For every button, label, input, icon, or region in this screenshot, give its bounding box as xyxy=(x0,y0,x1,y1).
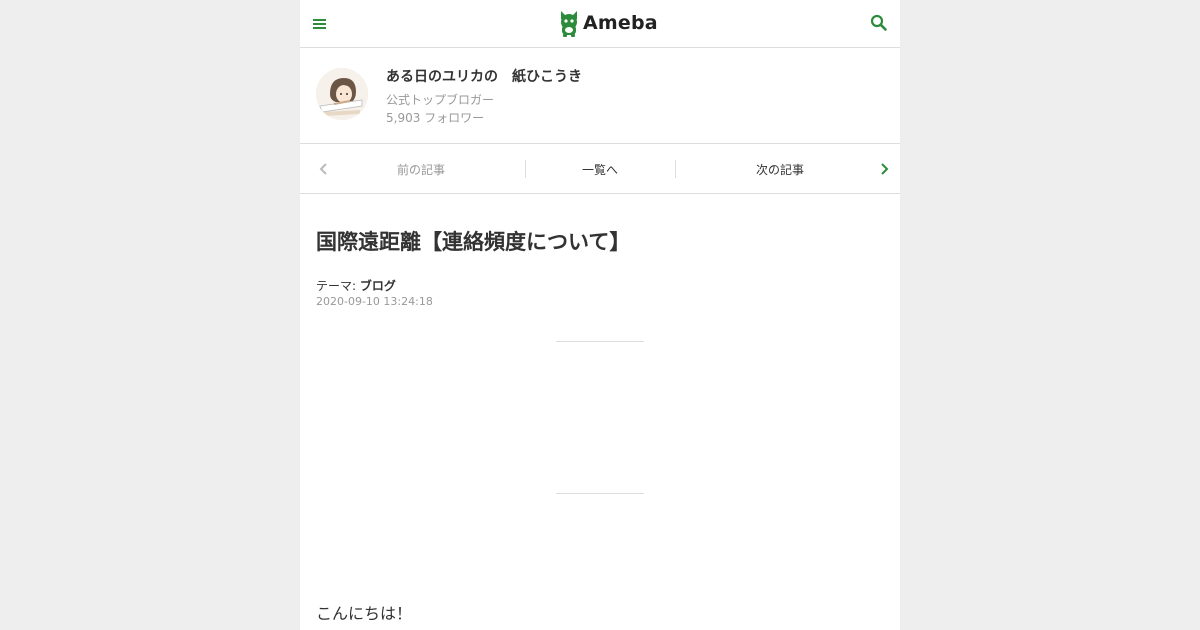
ameba-logo[interactable]: Ameba xyxy=(558,8,658,38)
chevron-left-icon xyxy=(318,161,330,177)
blogger-profile: ある日のユリカの 紙ひこうき 公式トップブロガー 5,903 フォロワー xyxy=(300,48,900,144)
ad-divider-top xyxy=(556,341,644,342)
article-body-text: こんにちは！ xyxy=(316,604,413,623)
theme-link[interactable]: ブログ xyxy=(360,279,396,293)
ameba-mascot-icon xyxy=(561,11,577,37)
article-theme: テーマ: ブログ xyxy=(316,277,396,294)
article-list-link[interactable]: 一覧へ xyxy=(582,161,618,178)
nav-divider xyxy=(525,160,526,178)
article-navigation: 前の記事 一覧へ 次の記事 xyxy=(300,144,900,194)
blogger-rank-label: 公式トップブロガー xyxy=(386,93,495,107)
theme-prefix: テーマ: xyxy=(316,279,357,293)
blog-page: Ameba ある日のユリカの 紙ひこうき 公式トップブロガー 5,903 フォロ… xyxy=(300,0,900,630)
follower-count[interactable]: 5,903 フォロワー xyxy=(386,109,484,126)
ad-divider-bottom xyxy=(556,493,644,494)
blog-title[interactable]: ある日のユリカの 紙ひこうき xyxy=(386,66,582,86)
hamburger-menu-icon[interactable] xyxy=(312,14,328,34)
chevron-right-icon[interactable] xyxy=(878,161,890,177)
nav-divider xyxy=(675,160,676,178)
prev-article-link: 前の記事 xyxy=(397,163,446,177)
post-date: 2020-09-10 13:24:18 xyxy=(316,295,433,308)
logo-text: Ameba xyxy=(583,12,658,34)
search-icon[interactable] xyxy=(870,14,888,32)
article-title: 国際遠距離【連絡頻度について】 xyxy=(316,230,631,254)
app-header: Ameba xyxy=(300,0,900,48)
next-article-link[interactable]: 次の記事 xyxy=(756,161,804,178)
avatar[interactable] xyxy=(316,68,368,120)
